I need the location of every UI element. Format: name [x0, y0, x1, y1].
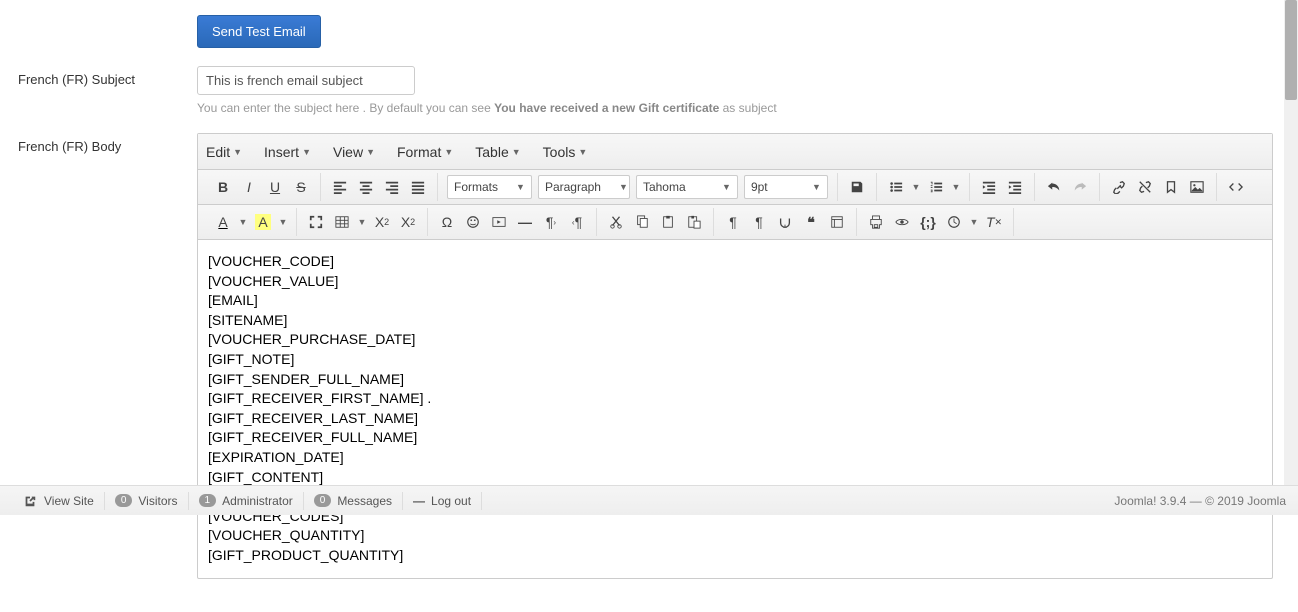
- link-button[interactable]: [1106, 175, 1132, 199]
- undo-button[interactable]: [1041, 175, 1067, 199]
- body-label: French (FR) Body: [0, 133, 197, 154]
- indent-button[interactable]: [1002, 175, 1028, 199]
- italic-button[interactable]: I: [236, 175, 262, 199]
- formats-select[interactable]: Formats▼: [447, 175, 532, 199]
- paragraph-select[interactable]: Paragraph▼: [538, 175, 630, 199]
- show-invisible-button[interactable]: ¶: [746, 210, 772, 234]
- status-bar: View Site 0Visitors 1Administrator 0Mess…: [0, 485, 1298, 515]
- logout-link[interactable]: —Log out: [403, 492, 482, 510]
- paste-button[interactable]: [655, 210, 681, 234]
- scrollbar-track[interactable]: [1284, 0, 1298, 485]
- bookmark-button[interactable]: [1158, 175, 1184, 199]
- text-color-caret[interactable]: ▼: [236, 210, 250, 234]
- strikethrough-button[interactable]: S: [288, 175, 314, 199]
- cut-button[interactable]: [603, 210, 629, 234]
- subject-input[interactable]: [197, 66, 415, 95]
- image-button[interactable]: [1184, 175, 1210, 199]
- redo-button[interactable]: [1067, 175, 1093, 199]
- text-color-button[interactable]: A: [210, 210, 236, 234]
- rtl-button[interactable]: ‹¶: [564, 210, 590, 234]
- bullet-list-caret[interactable]: ▼: [909, 175, 923, 199]
- copy-button[interactable]: [629, 210, 655, 234]
- send-test-email-button[interactable]: Send Test Email: [197, 15, 321, 48]
- menu-edit[interactable]: Edit▼: [206, 144, 242, 160]
- menu-format[interactable]: Format▼: [397, 144, 453, 160]
- joomla-version: Joomla! 3.9.4 — © 2019 Joomla: [1114, 494, 1286, 508]
- hr-button[interactable]: —: [512, 210, 538, 234]
- unlink-button[interactable]: [1132, 175, 1158, 199]
- special-char-button[interactable]: Ω: [434, 210, 460, 234]
- align-center-button[interactable]: [353, 175, 379, 199]
- menu-table[interactable]: Table▼: [475, 144, 520, 160]
- emoji-button[interactable]: [460, 210, 486, 234]
- datetime-caret[interactable]: ▼: [967, 210, 981, 234]
- datetime-button[interactable]: [941, 210, 967, 234]
- editor-menubar: Edit▼ Insert▼ View▼ Format▼ Table▼ Tools…: [198, 134, 1272, 170]
- table-caret[interactable]: ▼: [355, 210, 369, 234]
- menu-insert[interactable]: Insert▼: [264, 144, 311, 160]
- number-list-button[interactable]: [923, 175, 949, 199]
- bg-color-button[interactable]: A: [250, 210, 276, 234]
- menu-view[interactable]: View▼: [333, 144, 375, 160]
- editor-content[interactable]: [VOUCHER_CODE][VOUCHER_VALUE][EMAIL][SIT…: [198, 240, 1272, 578]
- print-button[interactable]: [863, 210, 889, 234]
- messages-count[interactable]: 0Messages: [304, 492, 403, 510]
- admin-count[interactable]: 1Administrator: [189, 492, 304, 510]
- menu-tools[interactable]: Tools▼: [543, 144, 588, 160]
- bullet-list-button[interactable]: [883, 175, 909, 199]
- superscript-button[interactable]: X2: [395, 210, 421, 234]
- table-button[interactable]: [329, 210, 355, 234]
- nonbreaking-button[interactable]: [772, 210, 798, 234]
- font-select[interactable]: Tahoma▼: [636, 175, 738, 199]
- embed-button[interactable]: [486, 210, 512, 234]
- editor-toolbar-row2: A ▼ A ▼ ▼ X2 X2 Ω: [198, 205, 1272, 240]
- source-code-button[interactable]: [1223, 175, 1249, 199]
- number-list-caret[interactable]: ▼: [949, 175, 963, 199]
- scrollbar-thumb[interactable]: [1285, 0, 1297, 100]
- ltr-button[interactable]: ¶›: [538, 210, 564, 234]
- view-site-link[interactable]: View Site: [12, 492, 105, 510]
- bold-button[interactable]: B: [210, 175, 236, 199]
- underline-button[interactable]: U: [262, 175, 288, 199]
- bg-color-caret[interactable]: ▼: [276, 210, 290, 234]
- show-blocks-button[interactable]: ¶: [720, 210, 746, 234]
- preview-button[interactable]: [889, 210, 915, 234]
- external-link-icon: [22, 493, 38, 509]
- subscript-button[interactable]: X2: [369, 210, 395, 234]
- subject-label: French (FR) Subject: [0, 66, 197, 87]
- clear-format-button[interactable]: T✕: [981, 210, 1007, 234]
- paste-text-button[interactable]: [681, 210, 707, 234]
- code-sample-button[interactable]: {;}: [915, 210, 941, 234]
- align-justify-button[interactable]: [405, 175, 431, 199]
- save-button[interactable]: [844, 175, 870, 199]
- align-left-button[interactable]: [327, 175, 353, 199]
- visitors-count[interactable]: 0Visitors: [105, 492, 189, 510]
- align-right-button[interactable]: [379, 175, 405, 199]
- outdent-button[interactable]: [976, 175, 1002, 199]
- subject-help: You can enter the subject here . By defa…: [197, 101, 1273, 115]
- template-button[interactable]: [824, 210, 850, 234]
- editor-toolbar-row1: B I U S Formats▼ Paragraph▼ Taho: [198, 170, 1272, 205]
- fontsize-select[interactable]: 9pt▼: [744, 175, 828, 199]
- blockquote-button[interactable]: ❝: [798, 210, 824, 234]
- fullscreen-button[interactable]: [303, 210, 329, 234]
